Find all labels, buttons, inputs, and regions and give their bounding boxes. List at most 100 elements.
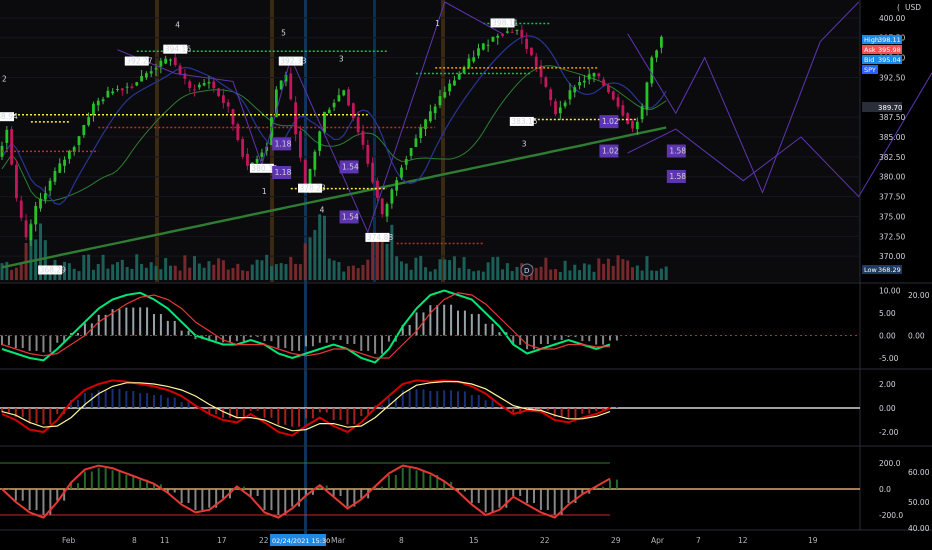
y-tick-label: -2.00	[879, 428, 899, 437]
volume-bar	[168, 265, 172, 280]
histogram-bar	[291, 335, 294, 351]
histogram-bar	[159, 314, 162, 336]
histogram-bar	[539, 489, 542, 511]
volume-bar	[515, 266, 519, 280]
volume-bar	[496, 256, 500, 280]
volume-bar	[106, 268, 110, 280]
histogram-bar	[609, 479, 611, 489]
volume-bar	[14, 267, 18, 280]
candle-body	[34, 205, 38, 225]
right-tick-label: 0.00	[908, 332, 925, 341]
price-label-text: 368.29	[40, 265, 66, 274]
candle-body	[481, 43, 485, 50]
histogram-bar	[146, 307, 149, 336]
histogram-bar	[422, 389, 425, 408]
volume-bar	[486, 262, 490, 280]
date-cursor-label: 02/24/2021 15:30	[270, 534, 330, 546]
volume-bar	[554, 269, 558, 280]
histogram-bar	[263, 335, 266, 342]
volume-bar	[616, 255, 620, 280]
histogram-bar	[21, 335, 24, 349]
histogram-bar	[153, 395, 155, 408]
volume-bar	[563, 260, 567, 280]
histogram-bar	[450, 390, 453, 408]
histogram-bar	[567, 335, 570, 338]
volume-bar	[19, 264, 23, 280]
price-label-text: 388.94	[0, 112, 18, 121]
candle-body	[318, 131, 322, 151]
candle-body	[477, 48, 480, 56]
histogram-bar	[284, 335, 287, 349]
histogram-bar	[284, 489, 287, 515]
candle-body	[621, 105, 625, 116]
volume-bar	[659, 268, 663, 280]
volume-bar	[356, 268, 360, 280]
histogram-bar	[111, 388, 114, 408]
volume-bar	[10, 269, 14, 280]
volume-bar	[260, 260, 264, 280]
histogram-bar	[436, 391, 439, 408]
histogram-bar	[35, 489, 38, 511]
chart-canvas[interactable]: 388.94392.27394.16392.33380.32378.23368.…	[0, 0, 932, 550]
volume-bar	[178, 270, 182, 280]
histogram-bar	[256, 489, 259, 497]
candle-body	[597, 73, 601, 77]
x-tick-label: Feb	[62, 536, 76, 545]
histogram-bar	[77, 483, 79, 489]
histogram-bar	[146, 393, 149, 408]
candle-body	[67, 150, 71, 159]
date-cursor-text: 02/24/2021 15:30	[272, 537, 330, 545]
candle-body	[164, 58, 168, 64]
candle-body	[106, 90, 110, 98]
wave-label: 4	[175, 20, 180, 29]
candle-body	[289, 73, 293, 100]
histogram-bar	[346, 408, 349, 425]
candle-body	[63, 159, 66, 166]
histogram-bar	[463, 310, 466, 336]
histogram-bar	[97, 467, 100, 489]
volume-bar	[236, 263, 240, 280]
volume-bar	[327, 258, 331, 280]
histogram-bar	[491, 400, 494, 408]
volume-bar	[332, 260, 336, 280]
histogram-bar	[443, 481, 446, 489]
candle-body	[135, 82, 139, 86]
y-tick-label: -200.0	[879, 511, 903, 520]
candle-body	[169, 59, 172, 61]
candle-body	[443, 92, 447, 98]
candle-body	[260, 152, 264, 157]
dividend-marker[interactable]: D	[520, 263, 534, 277]
y-tick-label: 385.00	[879, 133, 905, 142]
histogram-bar	[28, 489, 31, 511]
volume-bar	[395, 256, 399, 280]
histogram-bar	[104, 467, 107, 489]
histogram-bar	[28, 335, 31, 351]
volume-bar	[164, 258, 168, 280]
histogram-bar	[491, 489, 494, 513]
histogram-bar	[484, 489, 487, 513]
candle-body	[58, 163, 62, 173]
volume-bar	[351, 265, 355, 280]
histogram-bar	[298, 335, 301, 351]
candle-body	[419, 127, 423, 139]
volume-bar	[424, 267, 428, 280]
histogram-bar	[615, 407, 618, 408]
candle-body	[582, 80, 586, 83]
histogram-bar	[602, 335, 605, 345]
histogram-bar	[194, 489, 197, 511]
volume-bar	[510, 271, 514, 280]
volume-bar	[448, 260, 452, 280]
ask-badge-label: Ask	[864, 46, 876, 54]
histogram-bar	[187, 489, 190, 504]
x-tick-label: 22	[540, 536, 550, 545]
wave-label: 5	[281, 28, 286, 37]
histogram-bar	[512, 489, 515, 497]
histogram-bar	[346, 489, 349, 507]
last-price-value: 389.70	[878, 104, 903, 112]
histogram-bar	[484, 323, 487, 336]
volume-bar	[193, 256, 197, 280]
y-tick-label: 10.00	[879, 287, 901, 296]
histogram-bar	[457, 310, 459, 336]
volume-bar	[650, 270, 654, 280]
histogram-bar	[498, 489, 501, 508]
